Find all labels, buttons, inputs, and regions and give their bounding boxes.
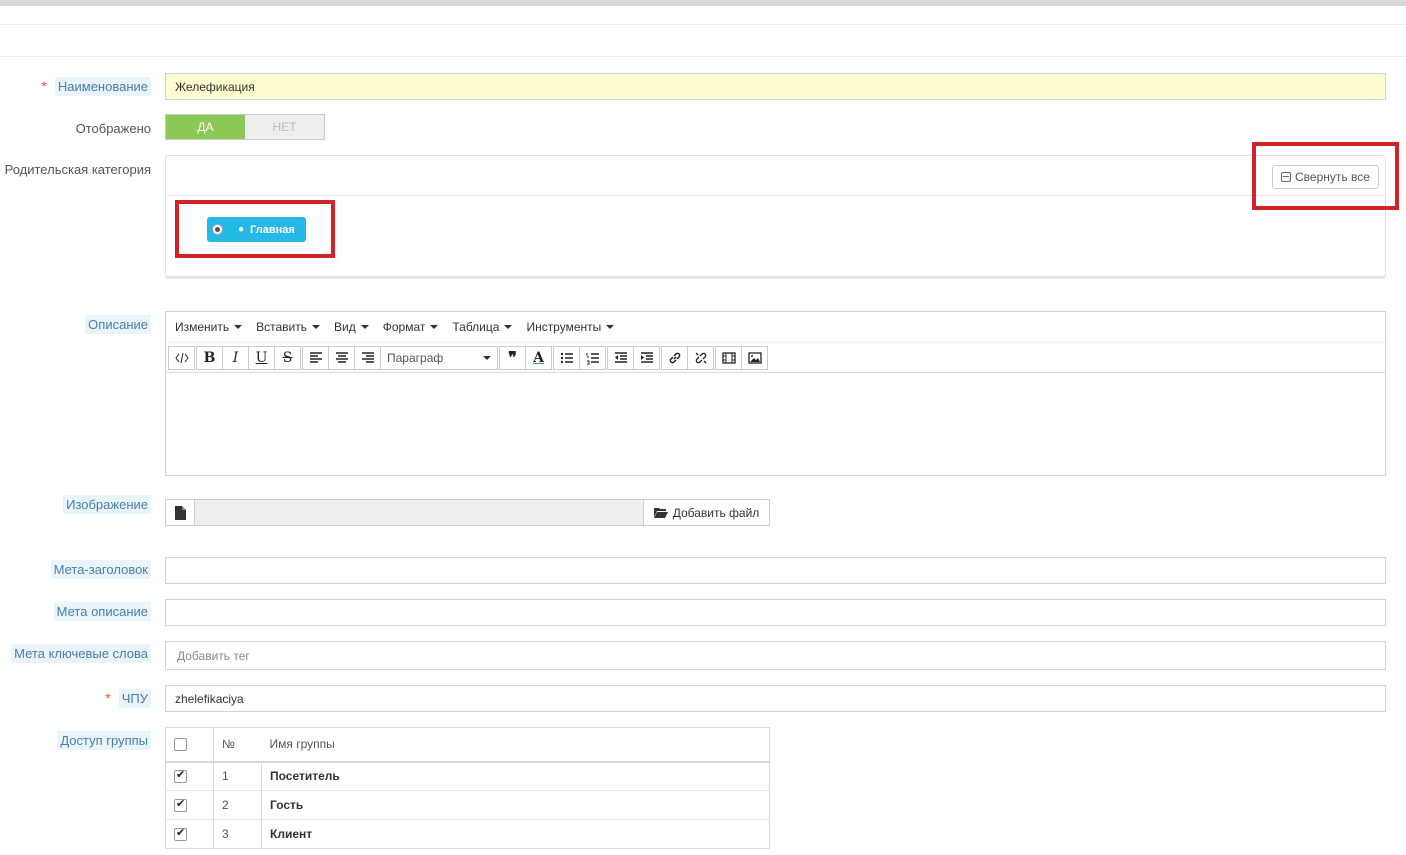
- toggle-no[interactable]: НЕТ: [245, 115, 324, 139]
- meta-description-input[interactable]: [165, 599, 1386, 626]
- row-checkbox[interactable]: [174, 826, 187, 842]
- editor-content-area[interactable]: [166, 373, 1385, 475]
- align-center-icon[interactable]: [328, 345, 355, 370]
- meta-keywords-label: Мета ключевые слова: [11, 644, 151, 663]
- indent-icon[interactable]: [633, 345, 660, 370]
- menu-insert[interactable]: Вставить: [256, 320, 321, 334]
- top-bar: [0, 0, 1406, 6]
- editor-toolbar: B I U S Параграф ❞ A: [166, 342, 1385, 373]
- file-name-field[interactable]: [195, 500, 643, 525]
- outdent-icon[interactable]: [607, 345, 634, 370]
- menu-table[interactable]: Таблица: [452, 320, 513, 334]
- align-left-icon[interactable]: [302, 345, 329, 370]
- group-access-label: Доступ группы: [57, 731, 151, 750]
- row-checkbox[interactable]: [174, 768, 187, 784]
- meta-title-input[interactable]: [165, 557, 1386, 584]
- image-icon[interactable]: [741, 345, 768, 370]
- divider: [0, 56, 1406, 57]
- description-label: Описание: [85, 315, 151, 334]
- format-select[interactable]: Параграф: [380, 345, 498, 370]
- seo-url-label: * ЧПУ: [105, 689, 151, 708]
- editor-menubar: Изменить Вставить Вид Формат Таблица Инс…: [166, 312, 1385, 342]
- column-header-name: Имя группы: [261, 727, 770, 763]
- image-label: Изображение: [63, 495, 151, 514]
- name-label: * Наименование: [41, 77, 151, 96]
- parent-category-label: Родительская категория: [4, 162, 151, 177]
- numbered-list-icon[interactable]: [579, 345, 606, 370]
- divider: [0, 24, 1406, 25]
- file-upload: Добавить файл: [165, 499, 770, 526]
- name-input[interactable]: Желефикация: [165, 73, 1386, 100]
- meta-description-label: Мета описание: [53, 602, 151, 621]
- file-icon: [166, 500, 195, 525]
- align-right-icon[interactable]: [354, 345, 381, 370]
- group-access-table: № Имя группы 1 Посетитель 2 Гость 3 Клие…: [165, 727, 770, 849]
- highlight-box: [175, 200, 335, 258]
- menu-format[interactable]: Формат: [383, 320, 439, 334]
- italic-icon[interactable]: I: [222, 345, 249, 370]
- underline-icon[interactable]: U: [248, 345, 275, 370]
- select-all-checkbox[interactable]: [174, 738, 187, 752]
- menu-tools[interactable]: Инструменты: [526, 320, 615, 334]
- menu-edit[interactable]: Изменить: [175, 320, 243, 334]
- meta-title-label: Мета-заголовок: [50, 560, 151, 579]
- blockquote-icon[interactable]: ❞: [499, 345, 526, 370]
- link-icon[interactable]: [661, 345, 688, 370]
- displayed-label: Отображено: [75, 121, 151, 136]
- bold-icon[interactable]: B: [196, 345, 223, 370]
- meta-keywords-input[interactable]: Добавить тег: [165, 641, 1386, 670]
- source-code-icon[interactable]: [168, 345, 195, 370]
- text-color-icon[interactable]: A: [525, 345, 552, 370]
- menu-view[interactable]: Вид: [334, 320, 369, 334]
- highlight-box: [1252, 142, 1399, 210]
- table-header-row: № Имя группы: [165, 727, 770, 763]
- displayed-toggle[interactable]: ДА НЕТ: [165, 114, 325, 140]
- strikethrough-icon[interactable]: S: [274, 345, 301, 370]
- table-row: 2 Гость: [165, 790, 770, 820]
- table-row: 3 Клиент: [165, 819, 770, 849]
- rich-text-editor: Изменить Вставить Вид Формат Таблица Инс…: [165, 311, 1386, 476]
- add-file-button[interactable]: Добавить файл: [643, 500, 769, 525]
- column-header-num: №: [213, 727, 262, 763]
- toggle-yes[interactable]: ДА: [166, 115, 245, 139]
- category-tree: Свернуть все ● Главная: [165, 155, 1386, 277]
- folder-open-icon: [653, 508, 668, 518]
- bullet-list-icon[interactable]: [553, 345, 580, 370]
- video-icon[interactable]: [715, 345, 742, 370]
- row-checkbox[interactable]: [174, 797, 187, 813]
- seo-url-input[interactable]: zhelefikaciya: [165, 685, 1386, 712]
- unlink-icon[interactable]: [687, 345, 714, 370]
- table-row: 1 Посетитель: [165, 761, 770, 791]
